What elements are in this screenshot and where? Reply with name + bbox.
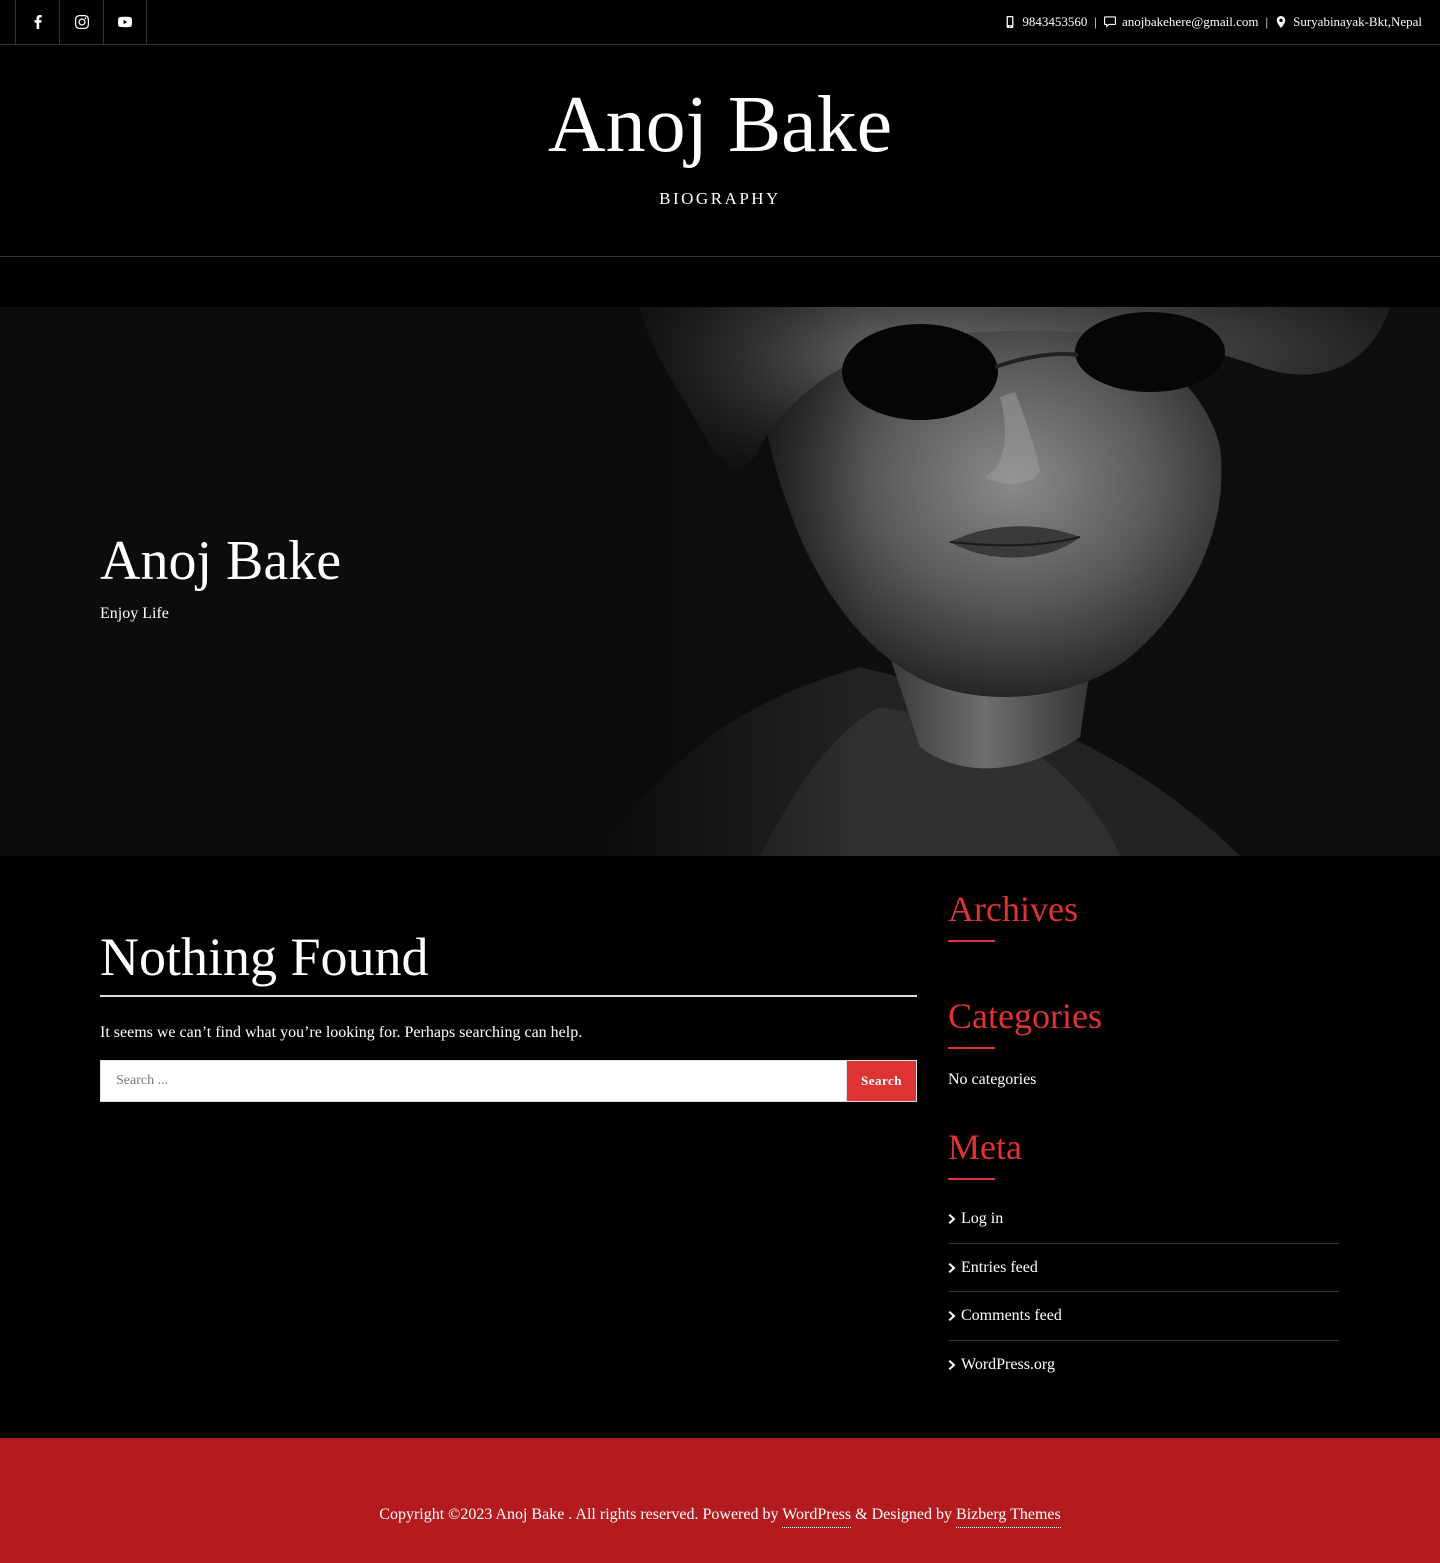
meta-item-log-in[interactable]: Log in [948,1195,1339,1244]
wordpress-link[interactable]: WordPress [782,1506,852,1528]
meta-link-label[interactable]: WordPress.org [961,1356,1055,1374]
chevron-right-icon [948,1213,956,1224]
map-marker-icon [1276,16,1286,28]
meta-link-label[interactable]: Entries feed [961,1259,1038,1277]
instagram-link[interactable] [59,0,103,44]
meta-widget-title: Meta [948,1127,1022,1167]
mobile-phone-icon [1006,16,1014,28]
address-text: Suryabinayak-Bkt,Nepal [1293,14,1422,29]
address-item: Suryabinayak-Bkt,Nepal [1275,14,1422,30]
hero-banner: Anoj Bake Enjoy Life [0,307,1440,856]
search-input[interactable] [100,1060,847,1102]
top-bar: 9843453560 | anojbakehere@gmail.com | Su… [0,0,1440,45]
phone-item: 9843453560 [1004,14,1087,30]
navigation-bar [0,257,1440,307]
youtube-link[interactable] [103,0,147,44]
instagram-icon [74,15,89,29]
meta-links-list: Log in Entries feed Comments feed WordPr… [948,1195,1339,1390]
meta-item-comments-feed[interactable]: Comments feed [948,1292,1339,1342]
youtube-icon [118,16,132,28]
hero-subtitle: Enjoy Life [100,605,169,622]
separator: | [1094,14,1097,29]
comment-icon [1104,16,1116,28]
meta-link-label[interactable]: Log in [961,1210,1003,1228]
meta-link-label[interactable]: Comments feed [961,1307,1062,1325]
social-links [15,0,147,44]
contact-info: 9843453560 | anojbakehere@gmail.com | Su… [1004,0,1422,44]
meta-item-entries-feed[interactable]: Entries feed [948,1244,1339,1293]
email-address[interactable]: anojbakehere@gmail.com [1122,14,1259,30]
hero-title: Anoj Bake [100,530,342,592]
copyright-prefix: Copyright ©2023 Anoj Bake . All rights r… [379,1506,779,1523]
facebook-link[interactable] [15,0,59,44]
designed-by-text: & Designed by [855,1506,953,1523]
facebook-icon [34,15,42,29]
not-found-message: It seems we can’t find what you’re looki… [100,1024,583,1041]
separator: | [1265,14,1269,29]
categories-widget-title: Categories [948,996,1102,1036]
search-form: Search [100,1060,917,1102]
meta-item-wordpress-org[interactable]: WordPress.org [948,1341,1339,1390]
email-item: anojbakehere@gmail.com [1104,14,1259,30]
categories-title-underline [948,1047,995,1049]
site-title[interactable]: Anoj Bake [0,80,1440,170]
site-header: Anoj Bake BIOGRAPHY [0,45,1440,257]
search-button[interactable]: Search [847,1060,917,1102]
copyright-text: Copyright ©2023 Anoj Bake . All rights r… [0,1506,1440,1528]
meta-title-underline [948,1178,995,1180]
page-title: Nothing Found [100,927,429,987]
chevron-right-icon [948,1311,956,1322]
phone-number: 9843453560 [1022,14,1088,29]
no-categories-text: No categories [948,1071,1037,1088]
bizberg-themes-link[interactable]: Bizberg Themes [956,1506,1061,1528]
title-divider [100,995,917,997]
site-tagline: BIOGRAPHY [659,189,781,208]
chevron-right-icon [948,1262,956,1273]
chevron-right-icon [948,1360,956,1371]
site-footer: Copyright ©2023 Anoj Bake . All rights r… [0,1438,1440,1563]
archives-title-underline [948,940,995,942]
archives-widget-title: Archives [948,889,1078,929]
